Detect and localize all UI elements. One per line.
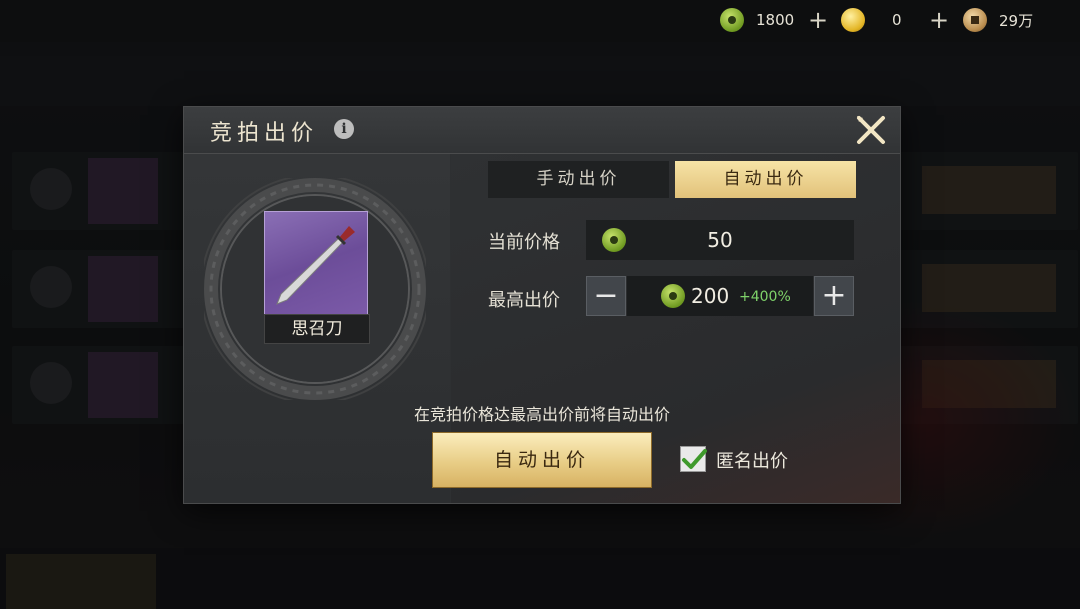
- current-price-value: 50: [707, 228, 733, 252]
- jade-coin-icon: [602, 228, 626, 252]
- max-bid-field[interactable]: 200 +400%: [627, 276, 813, 316]
- decrease-bid-button[interactable]: −: [586, 276, 626, 316]
- copper-amount: 29万: [999, 11, 1034, 30]
- auto-bid-hint: 在竞拍价格达最高出价前将自动出价: [413, 405, 670, 424]
- item-icon-frame[interactable]: [264, 211, 368, 315]
- copper-coin-icon: [963, 8, 987, 32]
- gold-ingot-icon: [841, 8, 865, 32]
- current-price-label: 当前价格: [488, 232, 560, 253]
- info-icon[interactable]: i: [334, 119, 354, 139]
- tab-auto-bid[interactable]: 自动出价: [675, 161, 856, 198]
- max-bid-label: 最高出价: [488, 290, 560, 311]
- anonymous-bid-checkbox[interactable]: [680, 446, 707, 472]
- checkmark-icon: [682, 449, 707, 469]
- auction-bid-dialog: 竞拍出价 i 思召刀 手动出价 自动出价 当前价格 50 最高出价 − 200 …: [184, 107, 900, 503]
- jade-amount: 1800: [756, 11, 795, 29]
- max-bid-percent: +400%: [739, 289, 791, 305]
- add-jade-button[interactable]: +: [806, 6, 830, 34]
- current-price-field: 50: [586, 220, 854, 260]
- currency-copper: 29万: [963, 6, 1033, 34]
- dialog-header: 竞拍出价 i: [184, 107, 900, 154]
- increase-bid-button[interactable]: +: [814, 276, 854, 316]
- currency-gold: 0: [841, 6, 902, 34]
- saber-icon: [276, 226, 355, 305]
- close-icon[interactable]: [854, 113, 888, 147]
- item-name: 思召刀: [264, 314, 370, 344]
- jade-coin-icon: [661, 284, 685, 308]
- dialog-title: 竞拍出价: [210, 121, 319, 146]
- anonymous-bid-label: 匿名出价: [716, 451, 788, 472]
- item-panel: 思召刀: [184, 154, 450, 503]
- jade-coin-icon: [720, 8, 744, 32]
- gold-amount: 0: [892, 11, 902, 29]
- max-bid-value: 200: [691, 284, 730, 308]
- add-gold-button[interactable]: +: [927, 6, 951, 34]
- currency-jade: 1800: [720, 6, 794, 34]
- tab-manual-bid[interactable]: 手动出价: [488, 161, 669, 198]
- auto-bid-button[interactable]: 自动出价: [432, 432, 652, 488]
